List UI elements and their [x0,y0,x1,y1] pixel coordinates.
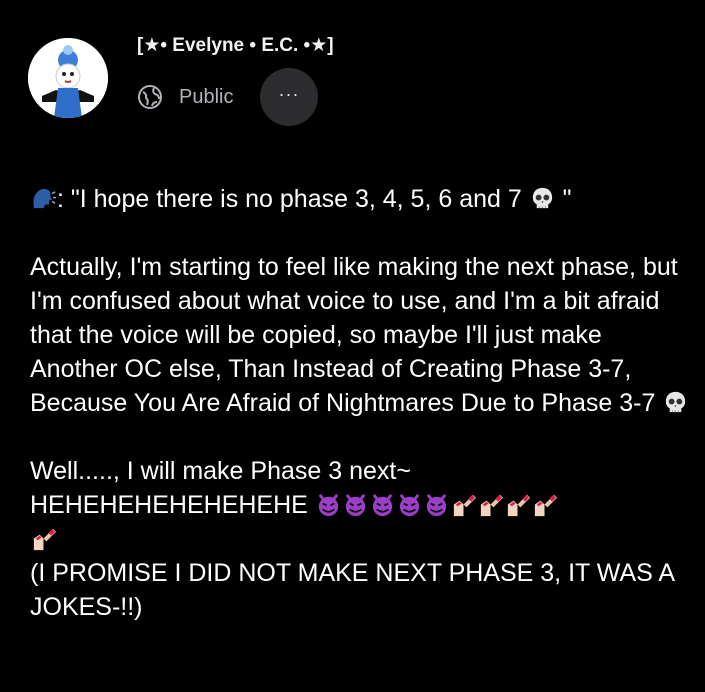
skull-icon [529,185,556,212]
laugh-text: HEHEHEHEHEHEHEHE [30,491,315,519]
speaking-head-icon [30,185,57,212]
smiling-devil-icon [423,491,450,518]
smiling-devil-icon [315,491,342,518]
nail-polish-icon [531,491,558,518]
privacy-indicator: Public [137,82,233,112]
more-options-icon: ··· [278,84,300,104]
avatar[interactable] [28,38,108,118]
promise-text: (I PROMISE I DID NOT MAKE NEXT PHASE 3, … [30,559,674,621]
skull-icon [662,389,689,416]
author-name[interactable]: [★• Evelyne • E.C. •★] [137,34,334,57]
nail-polish-icon [477,491,504,518]
post-text: : "I hope there is no phase 3, 4, 5, 6 a… [30,182,690,624]
smiling-devil-icon [396,491,423,518]
globe-icon [137,84,163,110]
announcement-text: Well....., I will make Phase 3 next~ [30,457,411,485]
announcement-paragraph: Well....., I will make Phase 3 next~ HEHE… [30,454,690,624]
smiling-devil-icon [369,491,396,518]
quote-text: : "I hope there is no phase 3, 4, 5, 6 a… [57,185,529,213]
post-header: [★• Evelyne • E.C. •★] Public ··· [0,0,705,150]
more-options-button[interactable]: ··· [260,68,318,126]
quote-paragraph: : "I hope there is no phase 3, 4, 5, 6 a… [30,182,690,216]
avatar-image [28,38,108,118]
privacy-label: Public [179,85,234,108]
quote-end: " [555,185,572,213]
explanation-text: Actually, I'm starting to feel like maki… [30,253,678,417]
smiling-devil-icon [342,491,369,518]
explanation-paragraph: Actually, I'm starting to feel like maki… [30,250,690,420]
nail-polish-icon [30,525,57,552]
nail-polish-icon [450,491,477,518]
nail-polish-icon [504,491,531,518]
